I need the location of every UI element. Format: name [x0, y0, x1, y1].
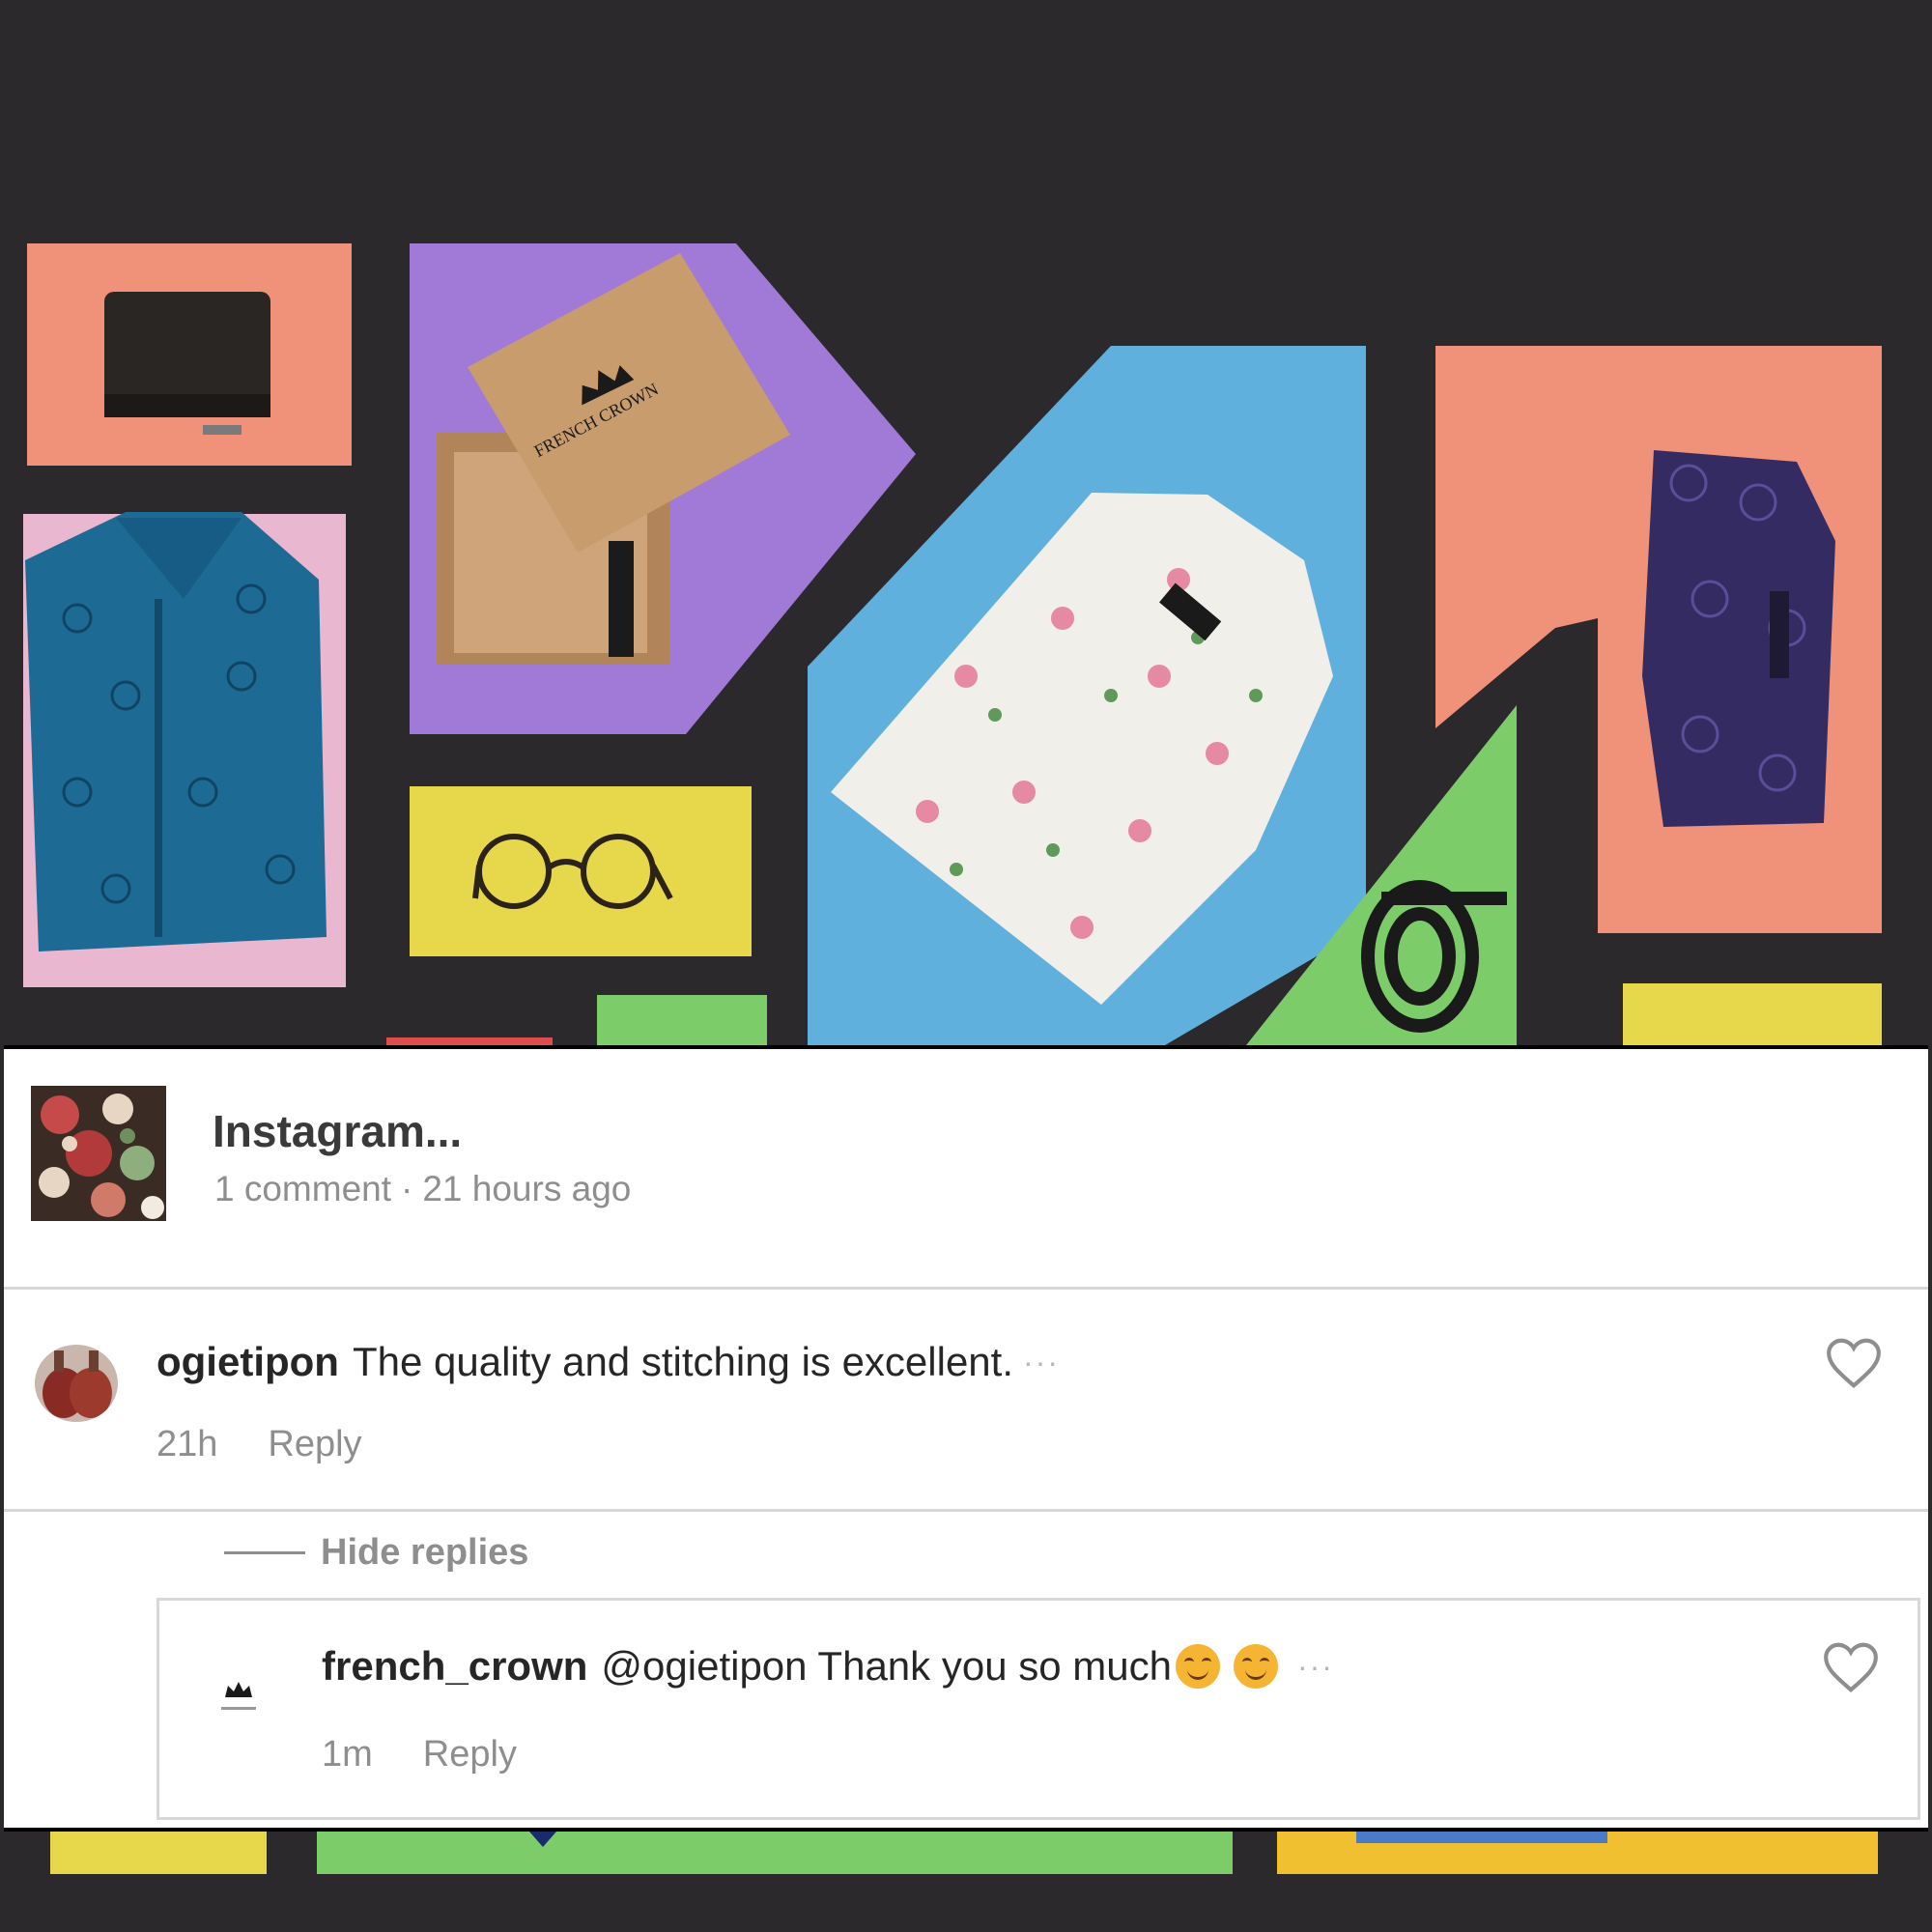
more-options-icon[interactable]: ··· — [1297, 1649, 1334, 1685]
comment-panel: Instagram... 1 comment · 21 hours ago ogie… — [4, 1045, 1928, 1832]
comment-text: The quality and stitching is excellent. — [352, 1339, 1014, 1384]
comment-count[interactable]: 1 comment — [214, 1169, 391, 1208]
reply-username[interactable]: french_crown — [322, 1643, 587, 1690]
post-title[interactable]: Instagram... — [213, 1105, 462, 1157]
red-strip — [386, 1037, 553, 1045]
brand-avatar[interactable] — [198, 1655, 279, 1736]
heart-icon[interactable] — [1821, 1639, 1881, 1695]
divider — [4, 1509, 1928, 1512]
more-options-icon[interactable]: ··· — [1023, 1345, 1060, 1380]
comment-line: ogietipon The quality and stitching is e… — [156, 1339, 1060, 1385]
post-thumbnail[interactable] — [31, 1086, 166, 1221]
reply-button[interactable]: Reply — [423, 1734, 517, 1775]
green-small-panel — [597, 995, 767, 1045]
post-meta: 1 comment · 21 hours ago — [214, 1169, 631, 1209]
smiling-emoji-icon — [1175, 1644, 1220, 1689]
reply-meta: 1m Reply — [322, 1734, 517, 1776]
crown-icon — [198, 1655, 279, 1736]
post-time: 21 hours ago — [422, 1169, 632, 1208]
heart-icon[interactable] — [1824, 1335, 1884, 1391]
avatar[interactable] — [35, 1345, 118, 1422]
reply-time: 1m — [322, 1734, 373, 1775]
reply-line: french_crown @ogietipon Thank you so muc… — [322, 1643, 1334, 1690]
hide-replies-button[interactable]: Hide replies — [224, 1532, 528, 1574]
yellow-small-panel — [1623, 983, 1882, 1045]
meta-separator: · — [401, 1169, 413, 1208]
wallet-icon — [104, 292, 270, 435]
comment-meta: 21h Reply — [156, 1424, 362, 1465]
divider — [4, 1287, 1928, 1290]
navy-patterned-shirt-icon — [1642, 450, 1835, 827]
hide-replies-label: Hide replies — [321, 1532, 529, 1573]
comment-username[interactable]: ogietipon — [156, 1339, 339, 1385]
comment-time: 21h — [156, 1424, 218, 1464]
blue-paisley-shirt-icon — [25, 512, 327, 952]
bottom-color-strip — [0, 1832, 1932, 1932]
reply-container: french_crown @ogietipon Thank you so muc… — [156, 1598, 1920, 1820]
reply-button[interactable]: Reply — [268, 1424, 361, 1464]
reply-text: @ogietipon Thank you so much — [601, 1643, 1172, 1689]
hide-replies-line — [224, 1551, 305, 1554]
smiling-emoji-icon — [1233, 1644, 1278, 1689]
